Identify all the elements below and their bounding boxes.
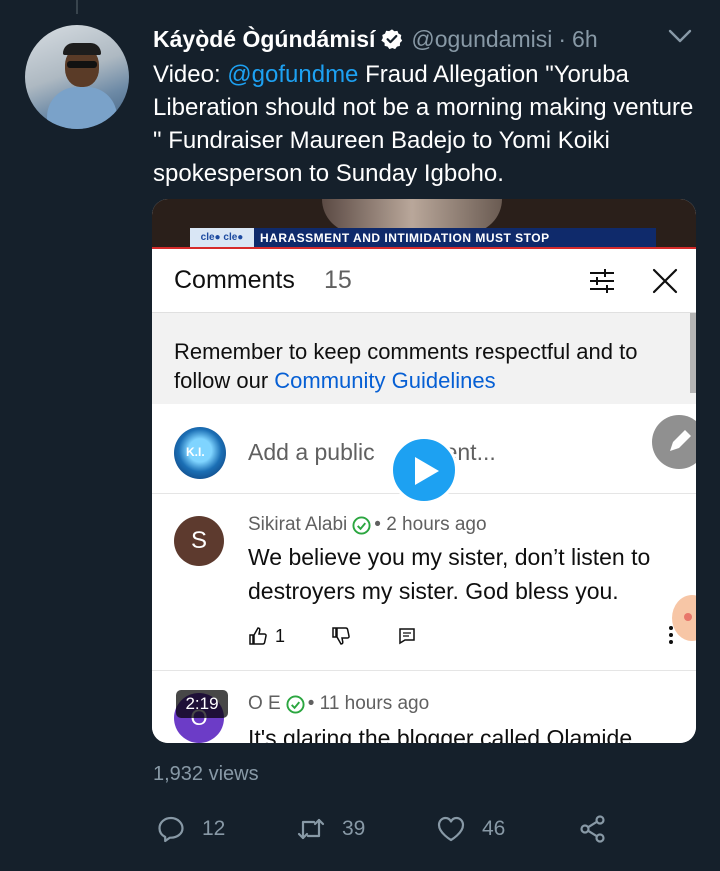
close-icon <box>652 268 678 294</box>
news-ticker: cle● cle● HARASSMENT AND INTIMIDATION MU… <box>190 228 656 247</box>
sort-filter-icon <box>590 269 614 293</box>
reply-button[interactable]: 12 <box>156 814 296 844</box>
tweet-text-prefix: Video: <box>153 61 228 88</box>
comment-text: It's glaring the blogger called Olamide <box>248 725 633 743</box>
handle[interactable]: @ogundamisi <box>411 26 552 53</box>
comment-actions: 1 <box>248 624 417 648</box>
retweet-count: 39 <box>342 817 366 840</box>
comment-author: Sikirat Alabi <box>248 514 348 535</box>
verified-check-icon <box>286 694 305 714</box>
timestamp[interactable]: 6h <box>572 26 598 53</box>
comments-header: Comments 15 <box>152 250 696 313</box>
scrollbar-thumb <box>690 313 696 393</box>
display-name[interactable]: Káyọ̀dé Ògúndámisí <box>153 26 375 53</box>
tweet-actions: 12 39 46 <box>156 812 608 846</box>
thumbs-up-icon <box>249 627 267 645</box>
video-duration: 2:19 <box>176 690 228 718</box>
comment-meta: O E • 11 hours ago <box>248 693 429 715</box>
comments-title: Comments <box>174 266 295 294</box>
comment-item: S Sikirat Alabi • 2 hours ago We believe… <box>152 494 696 671</box>
chevron-down-icon[interactable] <box>667 26 693 46</box>
separator: · <box>558 25 567 52</box>
comment-author: O E <box>248 693 281 714</box>
comment-time: • 11 hours ago <box>307 693 430 714</box>
retweet-icon <box>297 818 325 840</box>
commenter-avatar-text: K.I. <box>186 445 205 459</box>
guidelines-text: Remember to keep comments respectful and… <box>174 337 674 395</box>
ticker-text: HARASSMENT AND INTIMIDATION MUST STOP <box>260 230 550 245</box>
mention-link[interactable]: @gofundme <box>227 61 358 88</box>
reply-bubble-icon <box>158 816 184 843</box>
edit-pencil-icon <box>652 415 696 469</box>
comment-meta: Sikirat Alabi • 2 hours ago <box>248 514 487 536</box>
add-comment-field: Add a public ent... <box>248 439 496 466</box>
like-count: 46 <box>482 817 506 840</box>
like-button[interactable]: 46 <box>436 814 578 844</box>
guidelines-notice: Remember to keep comments respectful and… <box>152 313 696 404</box>
share-button[interactable] <box>578 814 608 844</box>
verified-check-icon <box>352 515 371 535</box>
comments-count: 15 <box>324 266 352 294</box>
avatar-shirt <box>47 87 117 129</box>
author-avatar[interactable] <box>25 25 129 129</box>
heart-icon <box>437 816 465 842</box>
comment-text: We believe you my sister, don’t listen t… <box>248 544 651 604</box>
comment-time: • 2 hours ago <box>374 514 487 535</box>
view-count: 1,932 views <box>153 763 259 785</box>
retweet-button[interactable]: 39 <box>296 814 436 844</box>
comment-like-count: 1 <box>275 625 286 646</box>
channel-logo: cle● cle● <box>190 228 254 247</box>
verified-badge-icon <box>381 29 403 50</box>
play-icon <box>415 457 439 485</box>
share-icon <box>580 815 605 843</box>
tweet-text: Video: @gofundme Fraud Allegation "Yorub… <box>153 58 698 190</box>
tweet-header: Káyọ̀dé Ògúndámisí @ogundamisi · 6h <box>153 24 598 54</box>
play-button[interactable] <box>390 436 458 504</box>
commenter-avatar: K.I. <box>174 427 226 479</box>
comment-avatar: S <box>174 516 224 566</box>
comment-item: O O E • 11 hours ago It's glaring the bl… <box>152 671 696 743</box>
thread-line <box>76 0 78 14</box>
ticker-divider <box>152 247 696 249</box>
thumbs-down-icon <box>332 627 350 645</box>
reply-count: 12 <box>202 817 226 840</box>
reply-comment-icon <box>399 628 415 645</box>
avatar-sunglasses <box>67 61 97 68</box>
community-guidelines-link: Community Guidelines <box>274 368 496 393</box>
news-broadcast-strip: cle● cle● HARASSMENT AND INTIMIDATION MU… <box>152 199 696 249</box>
avatar-cap <box>63 43 101 55</box>
add-comment-text-left: Add a public <box>248 439 375 465</box>
